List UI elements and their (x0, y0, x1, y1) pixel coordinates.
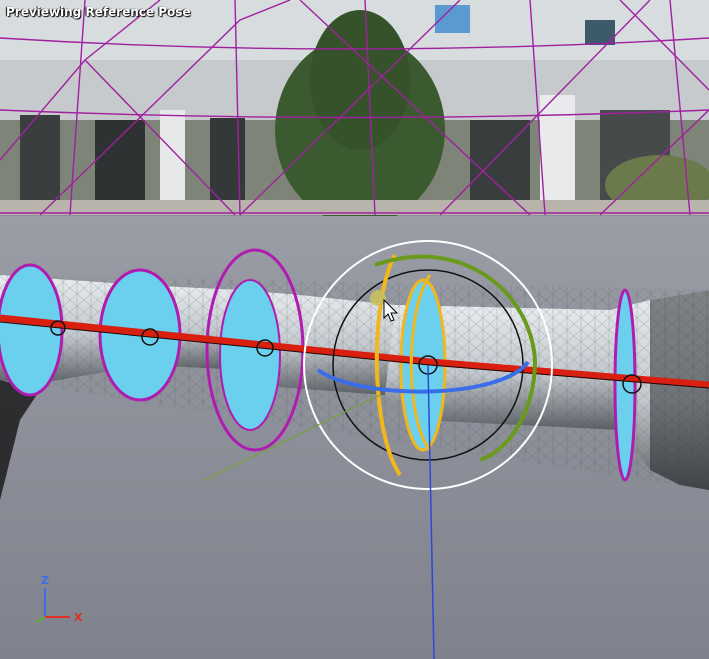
viewport-mode-label: Previewing Reference Pose (6, 5, 191, 19)
viewport-canvas[interactable]: Z X (0, 0, 709, 659)
viewport[interactable]: Z X Previewing Reference Pose (0, 0, 709, 659)
background-environment (0, 0, 709, 225)
axis-x-label: X (74, 611, 83, 624)
axis-z-label: Z (41, 574, 49, 587)
